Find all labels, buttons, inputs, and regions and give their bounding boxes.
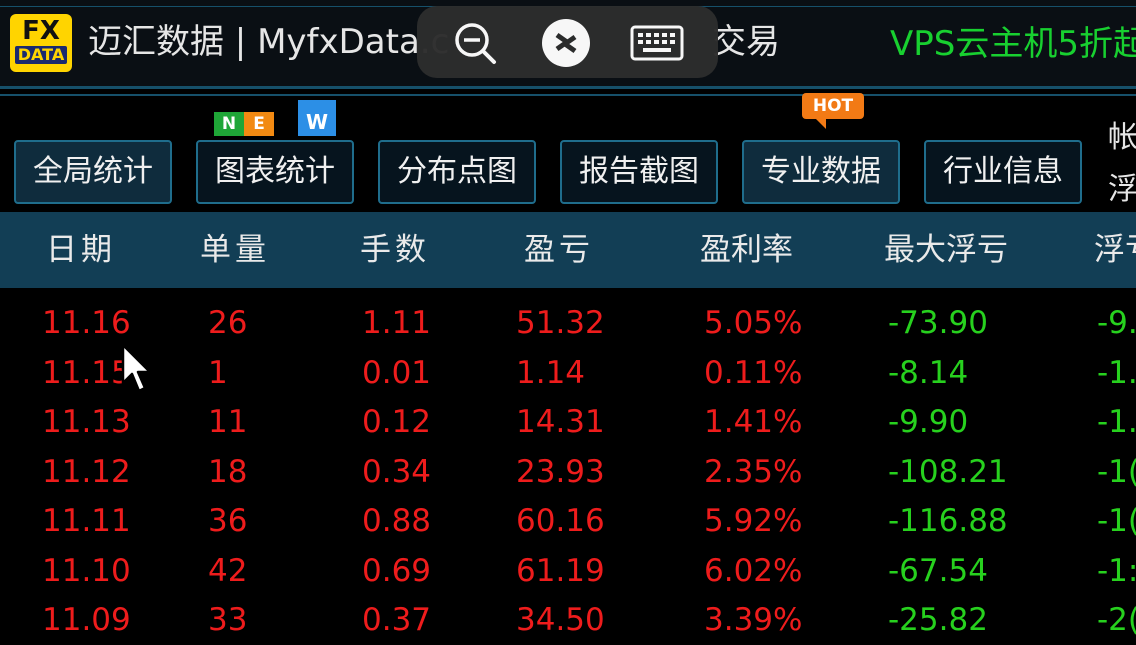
cell-profit-rate: 1.41% [704, 404, 803, 440]
cell-max-float-loss: -116.88 [888, 503, 1008, 539]
table-row[interactable]: 11.12 18 0.34 23.93 2.35% -108.21 -1( [0, 447, 1136, 497]
cell-profit-rate: 5.05% [704, 305, 803, 341]
cell-orders: 26 [208, 305, 248, 341]
tab-chart-stats[interactable]: 图表统计 [196, 140, 354, 204]
cell-max-float-loss: -67.54 [888, 552, 988, 589]
table-row[interactable]: 11.15 1 0.01 1.14 0.11% -8.14 -1. [0, 348, 1136, 398]
cell-float-loss: -1. [1097, 404, 1136, 440]
column-header-pnl[interactable]: 盈亏 [524, 212, 594, 288]
cell-lots: 0.88 [362, 503, 432, 539]
zoom-out-icon[interactable] [451, 18, 501, 68]
cell-date: 11.10 [42, 552, 131, 589]
new-badge-letter: N [214, 112, 244, 136]
cell-lots: 0.12 [362, 404, 432, 440]
cell-max-float-loss: -8.14 [888, 354, 969, 391]
cell-max-float-loss: -25.82 [888, 602, 988, 638]
cell-pnl: 14.31 [516, 404, 605, 440]
tab-pro-data[interactable]: 专业数据 [742, 140, 900, 204]
cell-profit-rate: 3.39% [704, 602, 803, 638]
cell-orders: 1 [208, 354, 228, 391]
column-header-lots[interactable]: 手数 [360, 212, 430, 288]
mouse-cursor-icon [121, 343, 152, 393]
cell-orders: 33 [208, 602, 248, 638]
cell-float-loss: -9. [1097, 305, 1136, 341]
cell-float-loss: -2( [1097, 602, 1136, 638]
site-title: 迈汇数据 | MyfxData.c [88, 22, 450, 62]
header-divider [0, 94, 1136, 96]
table-row[interactable]: 11.13 11 0.12 14.31 1.41% -9.90 -1. [0, 397, 1136, 447]
cell-float-loss: -1: [1097, 552, 1136, 589]
tab-global-stats[interactable]: 全局统计 [14, 140, 172, 204]
table-body: 11.16 26 1.11 51.32 5.05% -73.90 -9. 11.… [0, 298, 1136, 645]
cell-date: 11.09 [42, 602, 131, 638]
cell-pnl: 1.14 [516, 354, 586, 391]
cell-date: 11.16 [42, 305, 131, 341]
cell-profit-rate: 2.35% [704, 453, 803, 490]
cell-profit-rate: 0.11% [704, 354, 803, 391]
logo-data-text: DATA [14, 46, 68, 64]
remote-desktop-icon[interactable] [541, 18, 591, 68]
cell-pnl: 23.93 [516, 453, 605, 490]
cell-lots: 0.01 [362, 354, 432, 391]
cell-date: 11.13 [42, 404, 131, 440]
cell-date: 11.15 [42, 354, 131, 391]
cell-date: 11.12 [42, 453, 131, 490]
header-trade-text: 交易 [712, 22, 780, 62]
cell-float-loss: -1( [1097, 503, 1136, 539]
column-header-date[interactable]: 日期 [46, 212, 116, 288]
cell-date: 11.11 [42, 503, 131, 539]
cell-pnl: 61.19 [516, 552, 605, 589]
tab-distribution-chart[interactable]: 分布点图 [378, 140, 536, 204]
cell-max-float-loss: -73.90 [888, 305, 988, 341]
table-row[interactable]: 11.10 42 0.69 61.19 6.02% -67.54 -1: [0, 546, 1136, 596]
tab-industry-info[interactable]: 行业信息 [924, 140, 1082, 204]
cell-profit-rate: 5.92% [704, 503, 803, 539]
table-row[interactable]: 11.16 26 1.11 51.32 5.05% -73.90 -9. [0, 298, 1136, 348]
cell-orders: 18 [208, 453, 248, 490]
column-header-max-float-loss[interactable]: 最大浮亏 [884, 212, 1008, 288]
vps-promo-link[interactable]: VPS云主机5折起 [890, 22, 1136, 66]
logo-fx-text: FX [22, 16, 60, 46]
cell-max-float-loss: -9.90 [888, 404, 969, 440]
cell-float-loss: -1. [1097, 354, 1136, 391]
new-badge: N E [214, 112, 274, 136]
table-row[interactable]: 11.09 33 0.37 34.50 3.39% -25.82 -2( [0, 595, 1136, 645]
account-label-fragment: 帐 [1108, 120, 1136, 155]
cell-lots: 0.69 [362, 552, 432, 589]
remote-overlay-toolbar [417, 6, 718, 78]
column-header-profit-rate[interactable]: 盈利率 [700, 212, 793, 288]
column-header-float-loss[interactable]: 浮亏 [1094, 212, 1136, 288]
table-row[interactable]: 11.11 36 0.88 60.16 5.92% -116.88 -1( [0, 496, 1136, 546]
fxdata-logo[interactable]: FX DATA [10, 14, 72, 72]
cell-pnl: 34.50 [516, 602, 605, 638]
tab-report-screenshot[interactable]: 报告截图 [560, 140, 718, 204]
cell-pnl: 60.16 [516, 503, 605, 539]
cell-lots: 0.37 [362, 602, 432, 638]
keyboard-icon[interactable] [629, 18, 685, 68]
cell-orders: 42 [208, 552, 248, 589]
cell-profit-rate: 6.02% [704, 552, 803, 589]
hot-badge: HOT [802, 93, 864, 129]
cell-max-float-loss: -108.21 [888, 453, 1008, 490]
cell-lots: 0.34 [362, 453, 432, 490]
new-badge-letter: E [244, 112, 274, 136]
cell-orders: 11 [208, 404, 248, 440]
cell-float-loss: -1( [1097, 453, 1136, 490]
new-badge-letter: W [298, 100, 336, 136]
cell-lots: 1.11 [362, 305, 432, 341]
cell-pnl: 51.32 [516, 305, 605, 341]
column-header-orders[interactable]: 单量 [200, 212, 270, 288]
floating-label-fragment: 浮 [1108, 172, 1136, 207]
cell-orders: 36 [208, 503, 248, 539]
table-header: 日期 单量 手数 盈亏 盈利率 最大浮亏 浮亏 [0, 212, 1136, 288]
